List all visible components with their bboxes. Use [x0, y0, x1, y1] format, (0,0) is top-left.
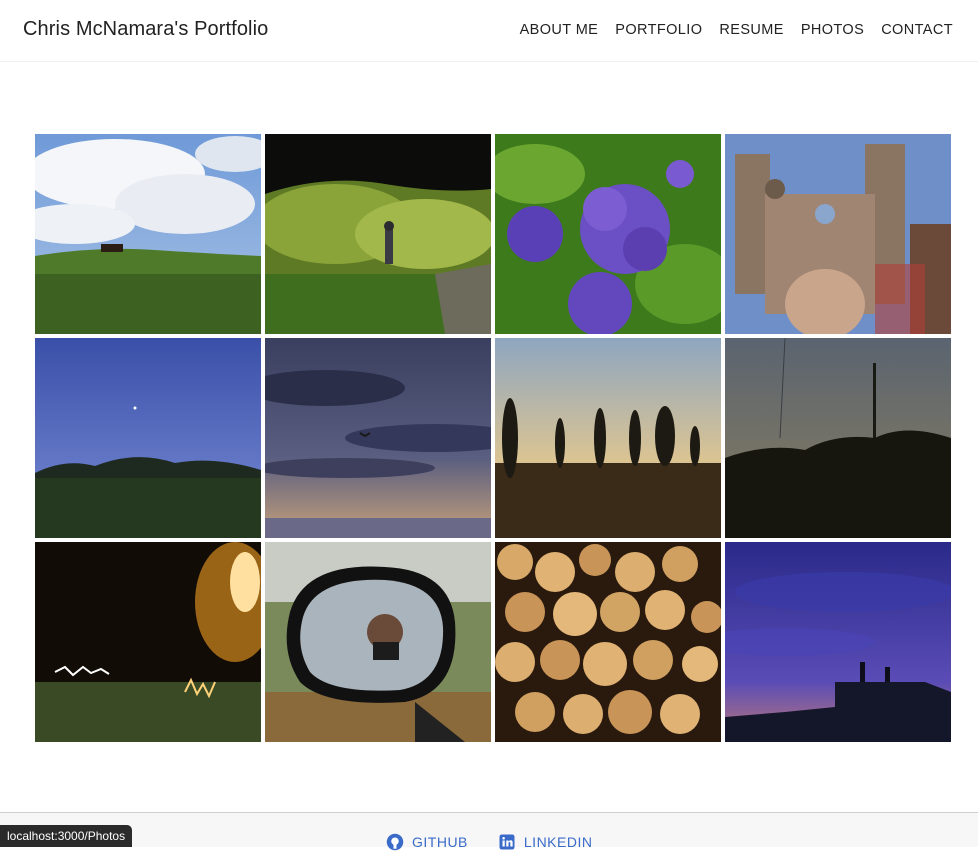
photo-image — [265, 338, 491, 538]
photo-cathedral-reflection[interactable] — [725, 134, 951, 334]
site-footer: GITHUB LINKEDIN — [0, 812, 978, 851]
site-title[interactable]: Chris McNamara's Portfolio — [23, 18, 268, 41]
photo-purple-hydrangea[interactable] — [495, 134, 721, 334]
nav-about-me[interactable]: ABOUT ME — [520, 22, 599, 38]
browser-status-url: localhost:3000/Photos — [0, 825, 133, 847]
nav-resume[interactable]: RESUME — [719, 22, 783, 38]
photo-sunset-clouds-bird[interactable] — [265, 338, 491, 538]
photo-night-light-trails[interactable] — [35, 542, 261, 742]
photo-image — [265, 542, 491, 742]
photo-image — [725, 542, 951, 742]
photo-image — [495, 338, 721, 538]
photo-cypress-sunset[interactable] — [495, 338, 721, 538]
photo-image — [725, 338, 951, 538]
photo-image — [495, 542, 721, 742]
linkedin-link[interactable]: LINKEDIN — [498, 833, 593, 851]
photo-dusk-moon-field[interactable] — [35, 338, 261, 538]
photo-image — [265, 134, 491, 334]
photo-image — [35, 338, 261, 538]
linkedin-label: LINKEDIN — [523, 834, 593, 850]
github-icon — [386, 833, 404, 851]
photo-clouds-hill-horse[interactable] — [35, 134, 261, 334]
photo-tree-silhouette-dusk[interactable] — [725, 338, 951, 538]
photo-blue-sky-silhouettes[interactable] — [725, 542, 951, 742]
photo-stacked-logs[interactable] — [495, 542, 721, 742]
github-label: GITHUB — [412, 834, 468, 850]
footer-links: GITHUB LINKEDIN — [386, 833, 592, 851]
photo-image — [35, 542, 261, 742]
nav-photos[interactable]: PHOTOS — [801, 22, 864, 38]
photo-cave-hiker[interactable] — [265, 134, 491, 334]
photo-gallery — [35, 134, 951, 742]
photo-car-mirror-selfie[interactable] — [265, 542, 491, 742]
photo-image — [35, 134, 261, 334]
nav-contact[interactable]: CONTACT — [881, 22, 953, 38]
github-link[interactable]: GITHUB — [386, 833, 468, 851]
main-nav: ABOUT ME PORTFOLIO RESUME PHOTOS CONTACT — [520, 22, 953, 38]
nav-portfolio[interactable]: PORTFOLIO — [615, 22, 702, 38]
photo-image — [725, 134, 951, 334]
linkedin-icon — [499, 834, 515, 850]
site-header: Chris McNamara's Portfolio ABOUT ME PORT… — [0, 0, 978, 62]
photo-image — [495, 134, 721, 334]
